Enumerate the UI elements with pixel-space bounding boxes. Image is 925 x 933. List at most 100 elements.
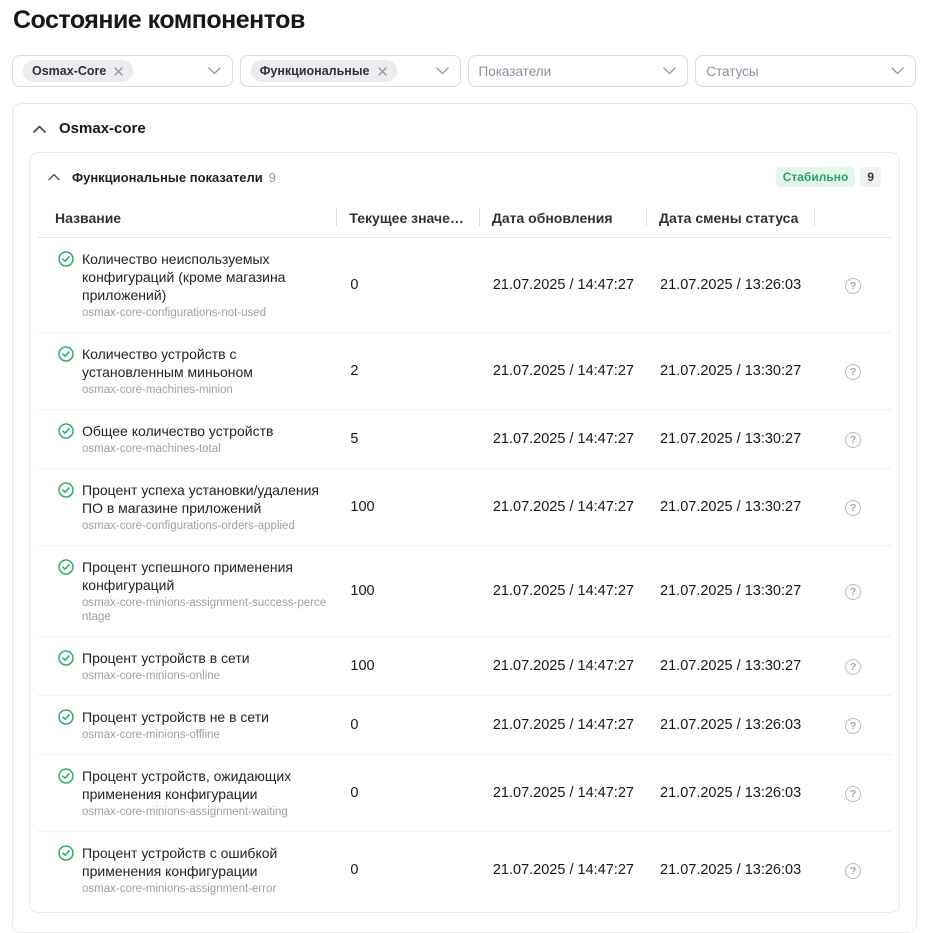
metric-status-change-date: 21.07.2025 / 13:26:03 (647, 238, 815, 333)
metric-updated-date: 21.07.2025 / 14:47:27 (480, 469, 647, 546)
groups-filter-chip[interactable]: Функциональные (251, 60, 397, 82)
help-icon[interactable] (845, 718, 861, 734)
help-icon[interactable] (845, 659, 861, 675)
groups-filter-chip-label: Функциональные (260, 64, 370, 78)
group-count: 9 (269, 170, 276, 185)
indicators-filter[interactable]: Показатели (468, 55, 689, 87)
metric-name: Процент устройств в сети (82, 649, 250, 667)
metric-status-change-date: 21.07.2025 / 13:26:03 (647, 755, 815, 832)
statuses-filter-placeholder: Статусы (706, 64, 758, 79)
metric-code: osmax-core-minions-assignment-error (82, 882, 327, 896)
metrics-table-body: Количество неиспользуемых конфигураций (… (38, 238, 891, 913)
chevron-down-icon (663, 67, 676, 75)
filters-bar: Osmax-Core Функциональные Показатели Ста… (12, 55, 916, 87)
status-ok-icon (58, 559, 74, 575)
page-title: Состояние компонентов (13, 6, 925, 35)
status-ok-icon (58, 845, 74, 861)
metric-updated-date: 21.07.2025 / 14:47:27 (480, 333, 647, 410)
table-row: Количество неиспользуемых конфигураций (… (38, 238, 891, 333)
status-ok-icon (58, 709, 74, 725)
status-ok-icon (58, 650, 74, 666)
indicators-filter-placeholder: Показатели (479, 64, 552, 79)
remove-chip-icon[interactable] (113, 66, 124, 77)
chevron-up-icon[interactable] (48, 173, 60, 181)
metric-name: Количество устройств с установленным мин… (82, 345, 327, 381)
metric-current-value: 100 (337, 546, 479, 637)
metric-code: osmax-core-machines-minion (82, 383, 327, 397)
metric-updated-date: 21.07.2025 / 14:47:27 (480, 410, 647, 469)
status-ok-icon (58, 251, 74, 267)
metrics-table: Название Текущее значен... Дата обновлен… (38, 197, 891, 912)
metric-code: osmax-core-minions-online (82, 669, 250, 683)
component-title: Osmax-core (59, 120, 146, 137)
table-row: Общее количество устройств osmax-core-ma… (38, 410, 891, 469)
help-icon[interactable] (845, 500, 861, 516)
column-header-actions (815, 197, 891, 238)
metric-code: osmax-core-minions-assignment-waiting (82, 805, 327, 819)
metric-updated-date: 21.07.2025 / 14:47:27 (480, 238, 647, 333)
metric-current-value: 5 (337, 410, 479, 469)
table-row: Количество устройств с установленным мин… (38, 333, 891, 410)
components-filter-chip[interactable]: Osmax-Core (23, 60, 133, 82)
metric-code: osmax-core-minions-offline (82, 728, 269, 742)
metric-status-change-date: 21.07.2025 / 13:26:03 (647, 696, 815, 755)
metric-current-value: 100 (337, 469, 479, 546)
table-row: Процент устройств в сети osmax-core-mini… (38, 637, 891, 696)
metric-current-value: 2 (337, 333, 479, 410)
table-header-row: Название Текущее значен... Дата обновлен… (38, 197, 891, 238)
status-count-badge: 9 (860, 167, 881, 187)
help-icon[interactable] (845, 786, 861, 802)
chevron-down-icon (436, 67, 449, 75)
help-icon[interactable] (845, 584, 861, 600)
metric-current-value: 0 (337, 832, 479, 913)
metric-status-change-date: 21.07.2025 / 13:30:27 (647, 410, 815, 469)
column-header-updated-date: Дата обновления (480, 197, 647, 238)
metric-status-change-date: 21.07.2025 / 13:30:27 (647, 469, 815, 546)
indicator-group-header[interactable]: Функциональные показатели 9 Стабильно 9 (30, 153, 899, 197)
metric-updated-date: 21.07.2025 / 14:47:27 (480, 696, 647, 755)
status-ok-icon (58, 423, 74, 439)
components-filter-chip-label: Osmax-Core (32, 64, 106, 78)
group-title: Функциональные показатели (72, 170, 263, 185)
metric-current-value: 100 (337, 637, 479, 696)
metric-name: Процент устройств не в сети (82, 708, 269, 726)
help-icon[interactable] (845, 364, 861, 380)
metric-name: Количество неиспользуемых конфигураций (… (82, 250, 327, 304)
remove-chip-icon[interactable] (377, 66, 388, 77)
column-header-name: Название (38, 197, 337, 238)
statuses-filter[interactable]: Статусы (695, 55, 916, 87)
metric-current-value: 0 (337, 238, 479, 333)
metric-updated-date: 21.07.2025 / 14:47:27 (480, 637, 647, 696)
metric-status-change-date: 21.07.2025 / 13:30:27 (647, 333, 815, 410)
metric-name: Процент успеха установки/удаления ПО в м… (82, 481, 327, 517)
status-ok-icon (58, 768, 74, 784)
metric-code: osmax-core-configurations-orders-applied (82, 519, 327, 533)
status-badge: Стабильно (776, 167, 856, 187)
table-row: Процент устройств не в сети osmax-core-m… (38, 696, 891, 755)
metric-current-value: 0 (337, 755, 479, 832)
component-panel: Osmax-core Функциональные показатели 9 С… (12, 103, 917, 933)
chevron-up-icon[interactable] (33, 125, 46, 133)
help-icon[interactable] (845, 278, 861, 294)
table-row: Процент успешного применения конфигураци… (38, 546, 891, 637)
chevron-down-icon (891, 67, 904, 75)
groups-filter[interactable]: Функциональные (240, 55, 461, 87)
table-row: Процент устройств с ошибкой применения к… (38, 832, 891, 913)
metric-current-value: 0 (337, 696, 479, 755)
metric-name: Процент устройств с ошибкой применения к… (82, 844, 327, 880)
chevron-down-icon (208, 67, 221, 75)
status-ok-icon (58, 346, 74, 362)
metric-status-change-date: 21.07.2025 / 13:26:03 (647, 832, 815, 913)
help-icon[interactable] (845, 863, 861, 879)
metric-name: Процент устройств, ожидающих применения … (82, 767, 327, 803)
metric-updated-date: 21.07.2025 / 14:47:27 (480, 755, 647, 832)
components-filter[interactable]: Osmax-Core (12, 55, 233, 87)
metric-code: osmax-core-minions-assignment-success-pe… (82, 596, 327, 624)
table-row: Процент успеха установки/удаления ПО в м… (38, 469, 891, 546)
metric-name: Процент успешного применения конфигураци… (82, 558, 327, 594)
help-icon[interactable] (845, 432, 861, 448)
metric-code: osmax-core-machines-total (82, 442, 273, 456)
metric-code: osmax-core-configurations-not-used (82, 306, 327, 320)
component-panel-header[interactable]: Osmax-core (13, 104, 916, 150)
metric-status-change-date: 21.07.2025 / 13:30:27 (647, 546, 815, 637)
